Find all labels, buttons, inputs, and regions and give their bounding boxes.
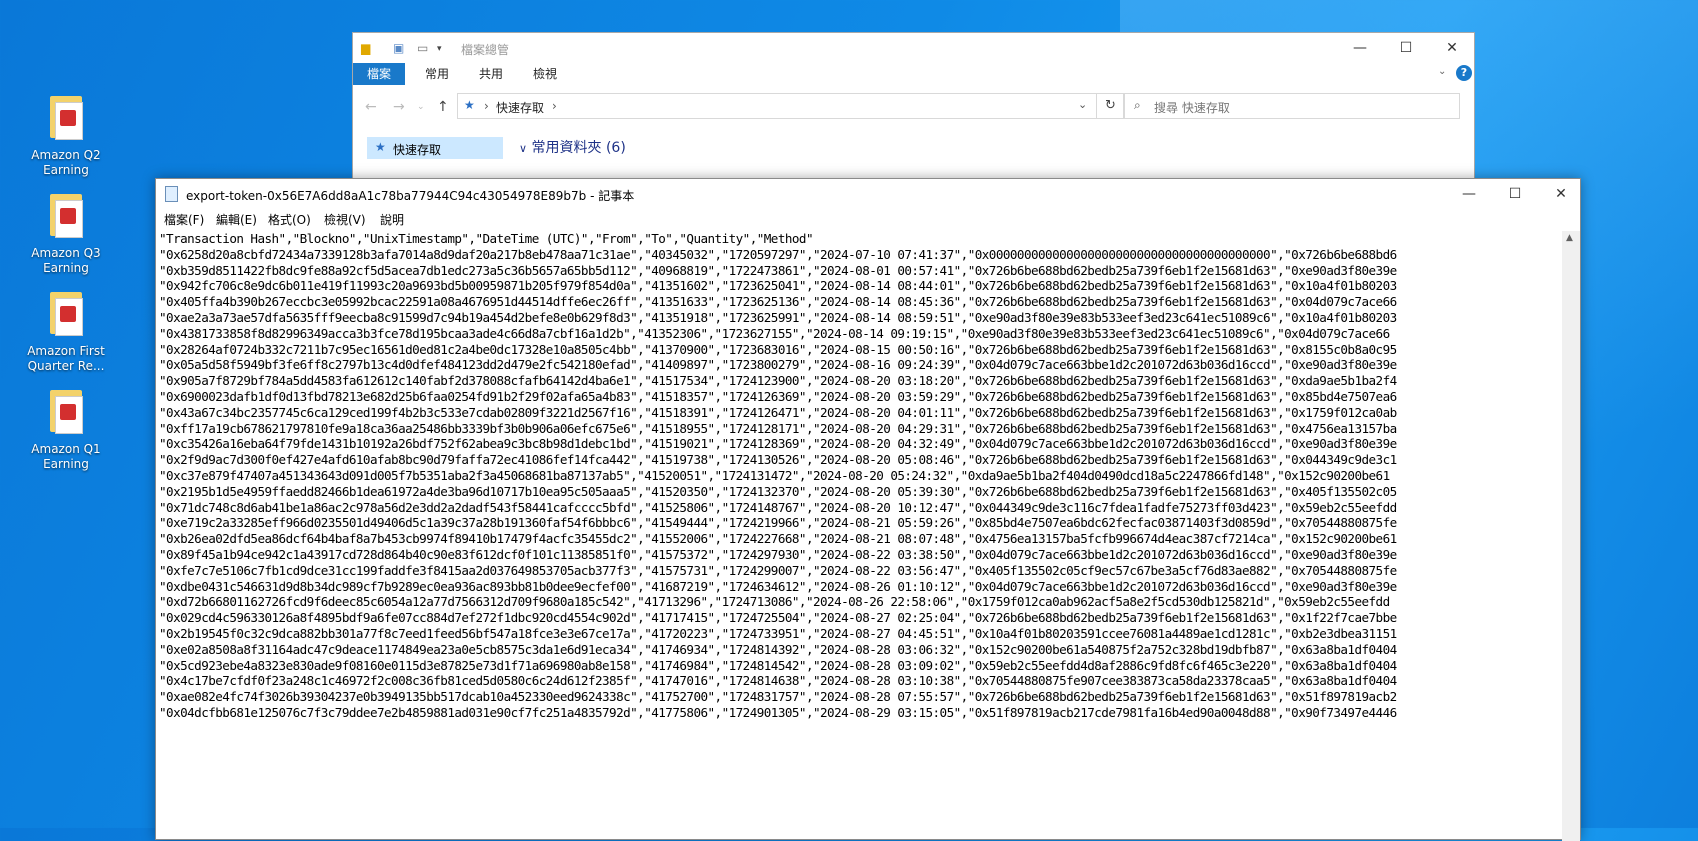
folder-pdf-icon [46, 292, 86, 340]
text-line: "0xfe7c7e5106c7fb1cd9dce31cc199faddfe3f8… [159, 562, 1397, 578]
close-icon[interactable]: ✕ [1538, 179, 1584, 209]
minimize-icon[interactable]: — [1337, 33, 1383, 63]
text-line: "0xe719c2a33285eff966d0235501d49406d5c1a… [159, 515, 1397, 531]
navigation-pane: ★ 快速存取 [353, 133, 508, 183]
text-line: "0x2195b1d5e4959ffaedd82466b1dea61972a4d… [159, 483, 1397, 499]
minimize-icon[interactable]: — [1446, 179, 1492, 209]
explorer-title: 檔案總管 [461, 43, 510, 57]
vertical-scrollbar[interactable]: ▲ [1562, 231, 1580, 841]
properties-icon[interactable]: ▣ [393, 41, 404, 55]
explorer-titlebar[interactable]: ▆ ▣ ▭ ▾ 檔案總管 — ☐ ✕ [353, 33, 1474, 63]
desktop-icon-amazon-q3[interactable]: Amazon Q3 Earning [18, 194, 114, 276]
text-line: "0xdbe0431c546631d9d8b34dc989cf7b9289ec0… [159, 578, 1397, 594]
tab-file[interactable]: 檔案 [353, 63, 406, 85]
maximize-icon[interactable]: ☐ [1383, 33, 1429, 63]
text-line: "0x942fc706c8e9dc6b011e419f11993c20a9693… [159, 278, 1397, 294]
text-line: "0x04dcfbb681e125076c7f3c79ddee7e2b48598… [159, 704, 1397, 720]
frequent-folders-header[interactable]: ∨ 常用資料夾 (6) [519, 137, 626, 157]
breadcrumb[interactable]: 快速存取 [496, 99, 544, 116]
text-line: "0xc35426a16eba64f79fde1431b10192a26bdf7… [159, 436, 1397, 452]
text-line: "0xc37e879f47407a451343643d091d005f7b535… [159, 467, 1390, 483]
folder-pdf-icon [46, 390, 86, 438]
text-line: "0x89f45a1b94ce942c1a43917cd728d864b40c9… [159, 546, 1397, 562]
recent-locations-icon[interactable]: ⌄ [417, 102, 425, 112]
text-line: "0x05a5d58f5949bf3fe6ff8c2797b13c4d0dfef… [159, 357, 1397, 373]
forward-arrow-icon[interactable]: → [393, 99, 405, 115]
text-line: "0xae2a3a73ae57dfa5635fff9eecba8c91599d7… [159, 309, 1397, 325]
desktop-icon-label: Amazon First Quarter Re... [27, 344, 105, 373]
text-line: "0x6900023dafb1df0d13fbd78213e682d25b6fa… [159, 388, 1397, 404]
folder-pdf-icon [46, 194, 86, 242]
chevron-down-icon: ∨ [519, 142, 528, 155]
search-input[interactable]: ⌕ 搜尋 快速存取 [1123, 93, 1460, 119]
notepad-title: export-token-0x56E7A6dd8aA1c78ba77944C94… [186, 189, 635, 203]
menu-help[interactable]: 說明 [380, 211, 404, 228]
text-line: "0xae082e4fc74f3026b39304237e0b3949135bb… [159, 689, 1397, 705]
nav-item-quick-access[interactable]: ★ 快速存取 [367, 137, 503, 159]
notepad-icon [165, 186, 178, 202]
chevron-down-icon[interactable]: ⌄ [1438, 66, 1446, 77]
text-line: "0xff17a19cb678621797810fe9a18ca36aa2548… [159, 420, 1397, 436]
text-line: "0xd72b66801162726fcd9f6deec85c6054a12a7… [159, 594, 1390, 610]
text-line: "0x405ffa4b390b267eccbc3e05992bcac22591a… [159, 294, 1397, 310]
refresh-icon[interactable]: ↻ [1097, 93, 1125, 119]
chevron-down-icon[interactable]: ⌄ [1078, 98, 1087, 111]
menu-format[interactable]: 格式(O) [268, 211, 311, 228]
text-line: "0x5cd923ebe4a8323e830ade9f08160e0115d3e… [159, 657, 1397, 673]
breadcrumb-chevron-icon[interactable]: › [484, 99, 489, 113]
menu-file[interactable]: 檔案(F) [164, 211, 204, 228]
tab-share[interactable]: 共用 [465, 63, 517, 85]
text-line: "0x43a67c34bc2357745c6ca129ced199f4b2b3c… [159, 404, 1397, 420]
back-arrow-icon[interactable]: ← [365, 99, 377, 115]
text-line: "0x6258d20a8cbfd72434a7339128b3afa7014a8… [159, 246, 1397, 262]
menu-bar: 檔案(F) 編輯(E) 格式(O) 檢視(V) 說明 [156, 209, 1580, 229]
search-placeholder: 搜尋 快速存取 [1154, 101, 1230, 115]
notepad-window[interactable]: export-token-0x56E7A6dd8aA1c78ba77944C94… [155, 178, 1581, 841]
text-line: "Transaction Hash","Blockno","UnixTimest… [159, 231, 814, 246]
menu-edit[interactable]: 編輯(E) [216, 211, 257, 228]
folder-icon: ▆ [361, 41, 371, 55]
maximize-icon[interactable]: ☐ [1492, 179, 1538, 209]
desktop-icon-amazon-q1[interactable]: Amazon Q1 Earning [18, 390, 114, 472]
text-line: "0x4c17be7cfdf0f23a248c1c46972f2c008c36f… [159, 673, 1397, 689]
text-line: "0xb359d8511422fb8dc9fe88a92cf5d5acea7db… [159, 262, 1397, 278]
desktop-icon-label: Amazon Q2 Earning [31, 148, 101, 177]
new-folder-icon[interactable]: ▭ [417, 41, 428, 55]
desktop-icon-label: Amazon Q3 Earning [31, 246, 101, 275]
help-icon[interactable]: ? [1456, 65, 1472, 81]
folder-pdf-icon [46, 96, 86, 144]
desktop-icon-label: Amazon Q1 Earning [31, 442, 101, 471]
breadcrumb-chevron-icon[interactable]: › [552, 99, 557, 113]
address-bar[interactable]: ★ › 快速存取 › ⌄ [457, 93, 1097, 119]
text-line: "0x029cd4c596330126a8f4895bdf9a6fe07cc88… [159, 610, 1397, 626]
text-line: "0xb26ea02dfd5ea86dcf64b4baf8a7b453cb997… [159, 531, 1397, 547]
desktop-icon-amazon-q2[interactable]: Amazon Q2 Earning [18, 96, 114, 178]
text-line: "0x4381733858f8d82996349acca3b3fce78d195… [159, 325, 1390, 341]
tab-view[interactable]: 檢視 [519, 63, 571, 85]
explorer-ribbon: 檔案 常用 共用 檢視 ⌄ ? [353, 63, 1474, 85]
tab-home[interactable]: 常用 [411, 63, 463, 85]
up-arrow-icon[interactable]: ↑ [437, 99, 449, 115]
text-line: "0xe02a8508a8f31164adc47c9deace1174849ea… [159, 641, 1397, 657]
explorer-address-row: ← → ⌄ ↑ ★ › 快速存取 › ⌄ ↻ ⌕ 搜尋 快速存取 [353, 89, 1474, 127]
file-explorer-window[interactable]: ▆ ▣ ▭ ▾ 檔案總管 — ☐ ✕ 檔案 常用 共用 檢視 ⌄ ? ← → ⌄… [352, 32, 1475, 182]
search-icon: ⌕ [1134, 98, 1141, 112]
scroll-up-icon[interactable]: ▲ [1566, 233, 1573, 243]
menu-view[interactable]: 檢視(V) [324, 211, 366, 228]
star-icon: ★ [375, 140, 386, 154]
customize-toolbar-icon[interactable]: ▾ [437, 44, 442, 54]
close-icon[interactable]: ✕ [1429, 33, 1475, 63]
nav-item-label: 快速存取 [393, 143, 442, 157]
text-line: "0x71dc748c8d6ab41be1a86ac2c978a56d2e3dd… [159, 499, 1397, 515]
desktop-icon-amazon-first-quarter[interactable]: Amazon First Quarter Re... [18, 292, 114, 374]
text-line: "0x28264af0724b332c7211b7c95ec16561d0ed8… [159, 341, 1397, 357]
notepad-titlebar[interactable]: export-token-0x56E7A6dd8aA1c78ba77944C94… [156, 179, 1580, 209]
star-icon: ★ [464, 98, 475, 112]
text-line: "0x2f9d9ac7d300f0ef427e4afd610afab8bc90d… [159, 452, 1397, 468]
text-line: "0x2b19545f0c32c9dca882bb301a77f8c7eed1f… [159, 625, 1397, 641]
frequent-folders-label: 常用資料夾 (6) [531, 140, 626, 156]
text-editor[interactable]: "Transaction Hash","Blockno","UnixTimest… [157, 231, 1561, 841]
text-line: "0x905a7f8729bf784a5dd4583fa612612c140fa… [159, 373, 1397, 389]
